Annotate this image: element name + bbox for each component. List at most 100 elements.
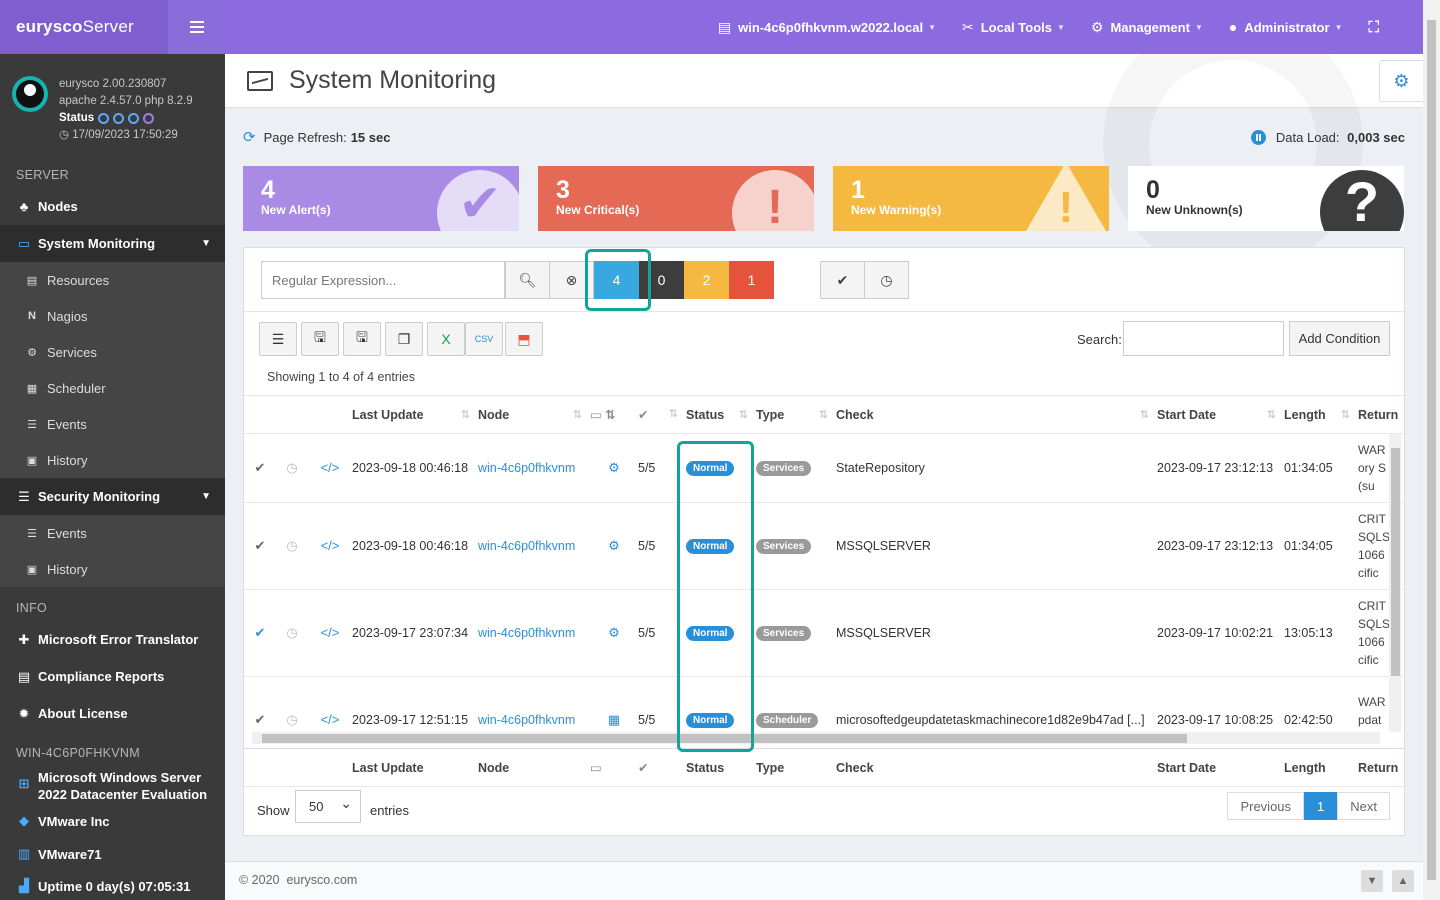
host-menu[interactable]: ▤ win-4c6p0fhkvnm.w2022.local ▼ bbox=[718, 19, 936, 36]
barcode-icon: ▥ bbox=[17, 846, 31, 861]
filter-warning-count[interactable]: 2 bbox=[684, 261, 729, 299]
clock-icon[interactable]: ◷ bbox=[276, 502, 308, 589]
pdf-export-button[interactable]: ⬒ bbox=[505, 322, 543, 356]
sidebar-item-resources[interactable]: ▤ Resources bbox=[0, 262, 225, 298]
col-check-count[interactable]: ✔ ⇅ bbox=[638, 396, 686, 434]
col-monitor-icon[interactable]: ▭ ⇅ bbox=[590, 396, 638, 434]
acknowledged-filter-button[interactable]: ✔ bbox=[820, 261, 865, 299]
next-button[interactable]: Next bbox=[1337, 792, 1390, 820]
save-check-icon: 🖫 bbox=[314, 329, 326, 345]
col-check[interactable]: Check ⇅ bbox=[836, 396, 1157, 434]
unknown-box[interactable]: 0 New Unknown(s) ? bbox=[1128, 166, 1404, 231]
chevron-down-icon: ▼ bbox=[201, 238, 211, 249]
close-circle-icon: ⊗ bbox=[565, 271, 578, 288]
table-tools: ☰ 🖫 🖫 ❐ X CSV ⬒ Search: Add Condition bbox=[244, 312, 1404, 360]
page-scrollbar[interactable] bbox=[1423, 0, 1440, 900]
sidebar-item-security-events[interactable]: ☰ Events bbox=[0, 515, 225, 551]
monitoring-panel: Regular Expression... 🔍︎ ⊗ 4 0 2 1 ✔ ◷ ☰… bbox=[243, 247, 1405, 836]
check-double-icon: ✔ bbox=[638, 761, 649, 775]
sidebar-item-system-monitoring[interactable]: ▭ System Monitoring ▼ bbox=[0, 225, 225, 262]
sidebar-item-events[interactable]: ☰ Events bbox=[0, 406, 225, 442]
list-alt-icon: ☰ bbox=[18, 488, 30, 504]
table-search-input[interactable] bbox=[1123, 321, 1284, 356]
col-node[interactable]: Node ⇅ bbox=[478, 396, 590, 434]
table-row: ✔ ◷ </> 2023-09-18 00:46:18 win-4c6p0fhk… bbox=[244, 502, 1404, 589]
col-return[interactable]: Return bbox=[1358, 396, 1404, 434]
clock-icon[interactable]: ◷ bbox=[276, 589, 308, 676]
sidebar-item-scheduler[interactable]: ▦ Scheduler bbox=[0, 370, 225, 406]
node-link[interactable]: win-4c6p0fhkvnm bbox=[478, 502, 590, 589]
sidebar-item-services[interactable]: ⚙ Services bbox=[0, 334, 225, 370]
col-type[interactable]: Type ⇅ bbox=[756, 396, 836, 434]
caret-down-icon: ▼ bbox=[1056, 22, 1065, 32]
excel-export-button[interactable]: X bbox=[427, 322, 465, 356]
copy-button[interactable]: ❐ bbox=[385, 322, 423, 356]
sidebar-item-about-license[interactable]: ✹ About License bbox=[0, 695, 225, 732]
critical-box[interactable]: 3 New Critical(s) ! bbox=[538, 166, 814, 231]
gear-icon: ⚙ bbox=[608, 459, 620, 475]
brand-logo[interactable]: euryscoServer bbox=[0, 17, 168, 37]
alerts-box[interactable]: 4 New Alert(s) ✔ bbox=[243, 166, 519, 231]
page-size-select[interactable]: 50 bbox=[295, 790, 361, 823]
columns-button[interactable]: ☰ bbox=[259, 322, 297, 356]
settings-button[interactable]: ⚙ bbox=[1379, 60, 1423, 102]
server-icon: ▤ bbox=[717, 18, 732, 35]
previous-button[interactable]: Previous bbox=[1227, 792, 1305, 820]
data-load: Data Load: 0,003 sec bbox=[1250, 129, 1405, 145]
arrow-up-icon: ▲ bbox=[1397, 875, 1409, 887]
pause-icon[interactable] bbox=[1250, 129, 1266, 145]
local-tools-menu[interactable]: ✂ Local Tools ▼ bbox=[962, 19, 1065, 36]
page-1-button[interactable]: 1 bbox=[1304, 792, 1338, 820]
csv-export-button[interactable]: CSV bbox=[465, 322, 503, 356]
node-link[interactable]: win-4c6p0fhkvnm bbox=[478, 434, 590, 502]
gear-icon: ⚙ bbox=[608, 537, 620, 553]
sidebar-item-error-translator[interactable]: ✚ Microsoft Error Translator bbox=[0, 621, 225, 658]
caret-down-icon: ▼ bbox=[1194, 22, 1203, 32]
scroll-down-button[interactable]: ▼ bbox=[1361, 870, 1383, 892]
pagination: Previous 1 Next bbox=[1227, 792, 1390, 820]
scroll-up-button[interactable]: ▲ bbox=[1392, 870, 1414, 892]
col-status[interactable]: Status ⇅ bbox=[686, 396, 756, 434]
nagios-icon: N bbox=[28, 310, 36, 322]
acknowledge-icon[interactable]: ✔ bbox=[244, 589, 276, 676]
filter-critical-count[interactable]: 1 bbox=[729, 261, 774, 299]
delete-filter-button[interactable]: 🖫 bbox=[343, 322, 381, 356]
gear-icon: ⚙ bbox=[27, 346, 37, 359]
code-icon[interactable]: </> bbox=[308, 502, 352, 589]
sidebar-item-nodes[interactable]: ♣ Nodes bbox=[0, 188, 225, 225]
sidebar-item-compliance-reports[interactable]: ▤ Compliance Reports bbox=[0, 658, 225, 695]
table-vertical-scrollbar[interactable] bbox=[1389, 434, 1401, 732]
top-navbar: ▤ win-4c6p0fhkvnm.w2022.local ▼ ✂ Local Too… bbox=[225, 0, 1423, 54]
acknowledge-icon[interactable]: ✔ bbox=[244, 502, 276, 589]
sidebar-item-security-history[interactable]: ▣ History bbox=[0, 551, 225, 587]
add-condition-button[interactable]: Add Condition bbox=[1289, 321, 1390, 356]
warning-box[interactable]: 1 New Warning(s) ! bbox=[833, 166, 1109, 231]
sidebar-item-nagios[interactable]: N Nagios bbox=[0, 298, 225, 334]
user-menu[interactable]: ● Administrator ▼ bbox=[1229, 19, 1343, 35]
code-icon[interactable]: </> bbox=[308, 434, 352, 502]
acknowledge-icon[interactable]: ✔ bbox=[244, 434, 276, 502]
clock-icon: ◷ bbox=[880, 271, 893, 288]
footer-link[interactable]: eurysco.com bbox=[286, 873, 357, 887]
page-title: System Monitoring bbox=[289, 66, 497, 94]
caret-down-icon: ▼ bbox=[928, 22, 936, 32]
management-menu[interactable]: ⚙ Management ▼ bbox=[1091, 19, 1203, 36]
save-filter-button[interactable]: 🖫 bbox=[301, 322, 339, 356]
regex-input[interactable]: Regular Expression... bbox=[261, 261, 505, 299]
col-last-update[interactable]: Last Update ⇅ bbox=[352, 396, 478, 434]
table-row: ✔ ◷ </> 2023-09-17 23:07:34 win-4c6p0fhk… bbox=[244, 589, 1404, 676]
sidebar-item-security-monitoring[interactable]: ☰ Security Monitoring ▼ bbox=[0, 478, 225, 515]
table-horizontal-scrollbar[interactable] bbox=[252, 732, 1380, 744]
node-link[interactable]: win-4c6p0fhkvnm bbox=[478, 589, 590, 676]
table-row: ✔ ◷ </> 2023-09-18 00:46:18 win-4c6p0fhk… bbox=[244, 434, 1404, 502]
history-filter-button[interactable]: ◷ bbox=[864, 261, 909, 299]
sidebar-item-history[interactable]: ▣ History bbox=[0, 442, 225, 478]
refresh-icon[interactable]: ⟳ bbox=[243, 128, 256, 146]
sidebar-toggle-button[interactable] bbox=[168, 0, 225, 54]
clock-icon[interactable]: ◷ bbox=[276, 434, 308, 502]
code-icon[interactable]: </> bbox=[308, 589, 352, 676]
col-start-date[interactable]: Start Date ⇅ bbox=[1157, 396, 1284, 434]
search-button[interactable]: 🔍︎ bbox=[505, 261, 550, 299]
col-length[interactable]: Length ⇅ bbox=[1284, 396, 1358, 434]
fullscreen-button[interactable]: ⛶ bbox=[1368, 19, 1379, 36]
